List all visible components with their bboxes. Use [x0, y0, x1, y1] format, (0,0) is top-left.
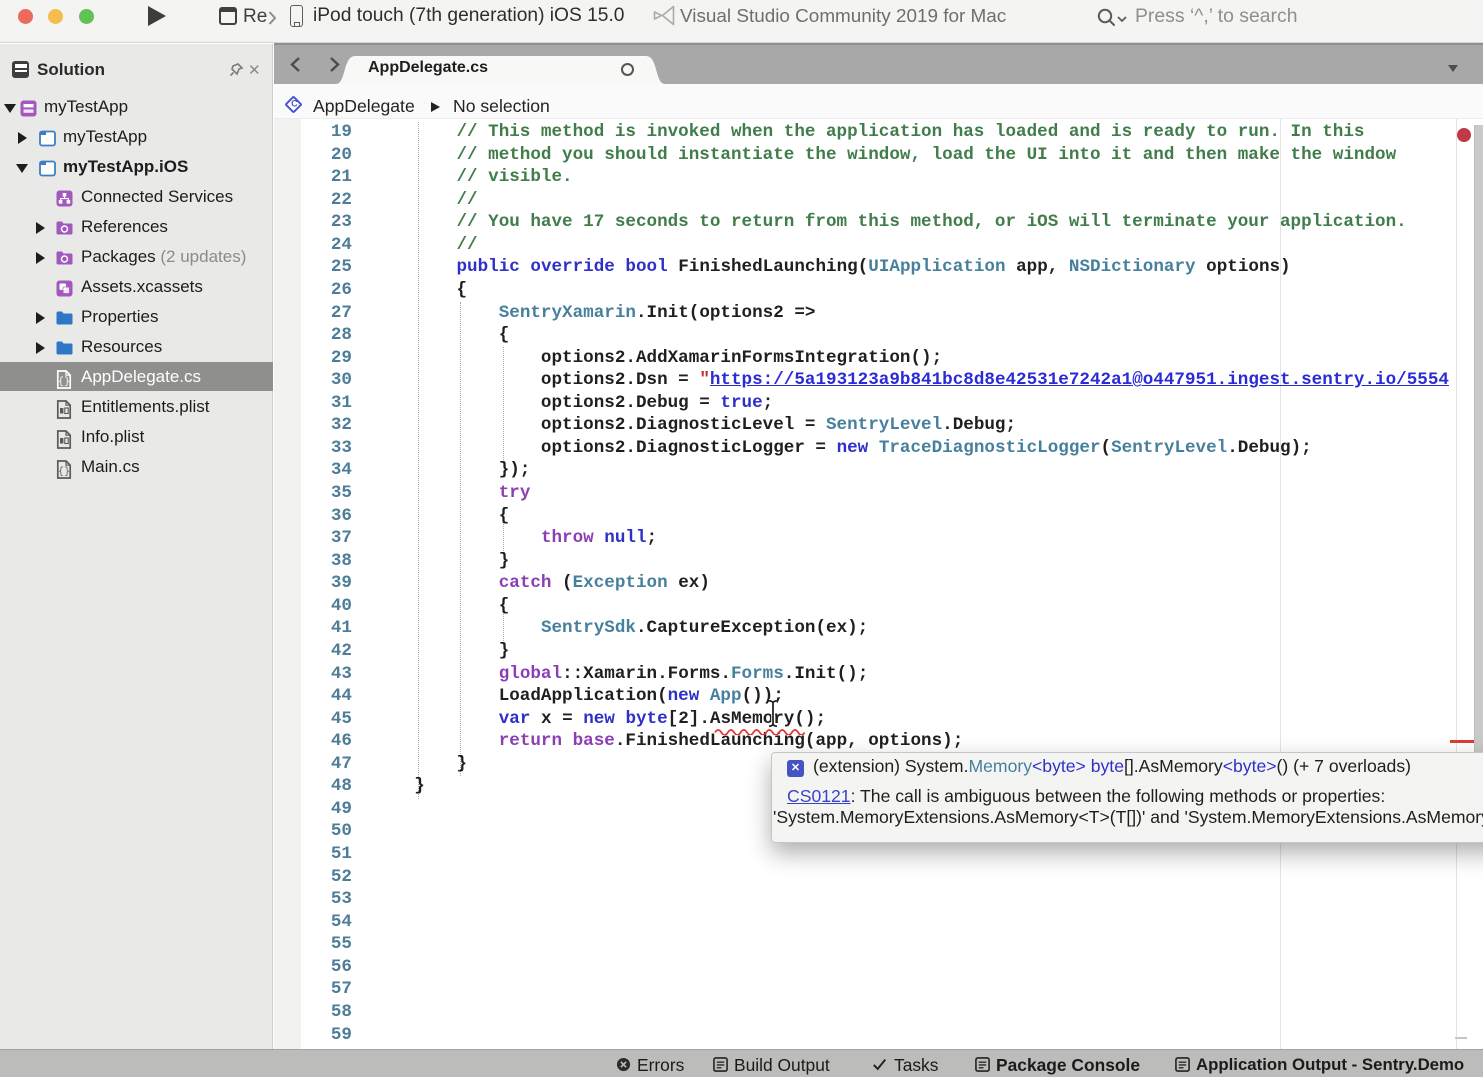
svg-text:{}: {} — [58, 466, 70, 478]
svg-text:{}: {} — [58, 376, 70, 388]
